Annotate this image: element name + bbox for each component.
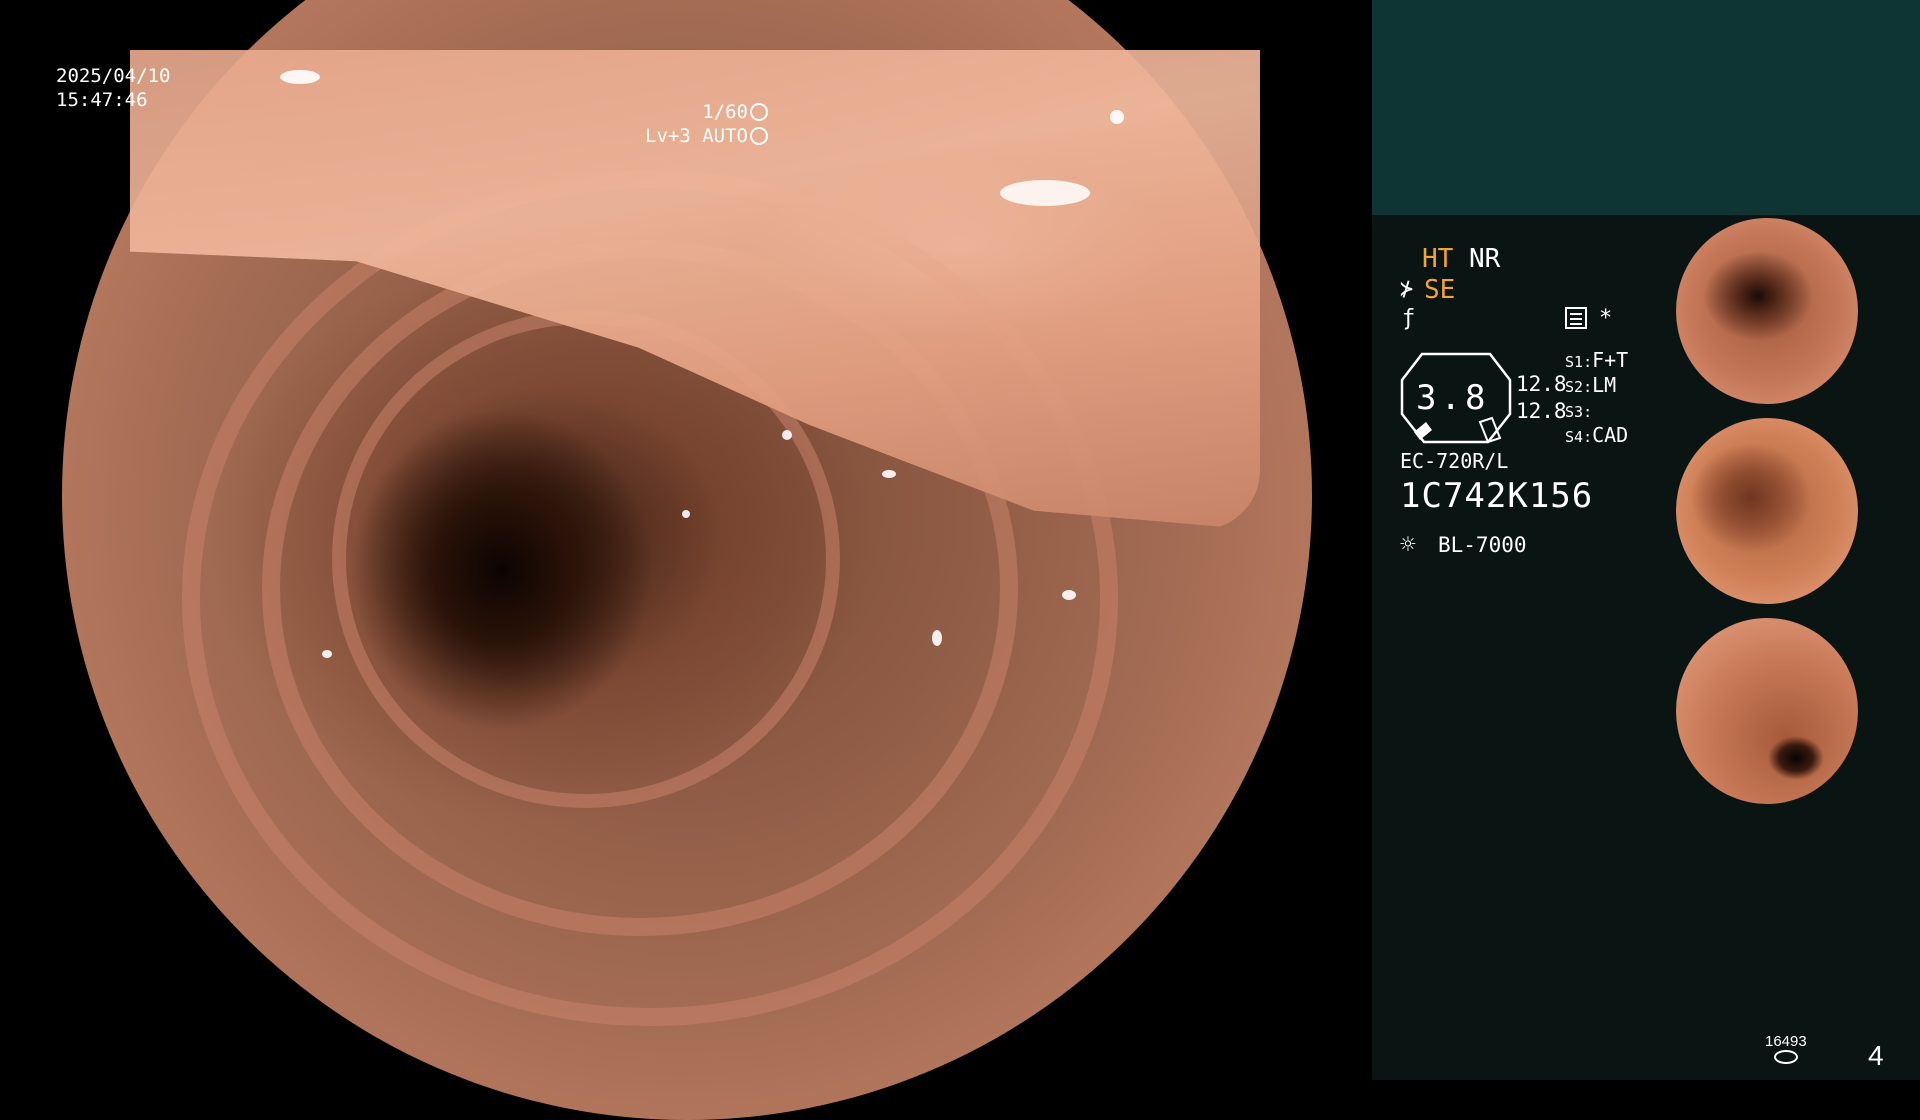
thumbnail-1[interactable] [1668, 215, 1920, 407]
thumbnail-image [1676, 618, 1858, 804]
specular-highlight [932, 630, 942, 646]
switch-s1: S1:F+T [1565, 348, 1629, 372]
switch-s4: S4:CAD [1565, 423, 1629, 447]
shutter-text: 1/60 [702, 101, 748, 123]
f-slash-icon: ƒ [1402, 306, 1416, 331]
value-b: 12.8 [1516, 399, 1567, 423]
specular-highlight [782, 430, 792, 440]
sun-icon: ☼ [1400, 530, 1416, 560]
dial-value: 3.8 [1416, 378, 1490, 418]
datetime-overlay: 2025/04/10 15:47:46 [56, 64, 170, 112]
endoscope-view: 2025/04/10 15:47:46 1/60 Lv+3 AUTO [0, 0, 1372, 1120]
specular-highlight [322, 650, 332, 658]
se-label: SE [1424, 275, 1456, 305]
nr-label: NR [1468, 244, 1501, 274]
specular-highlight [1000, 180, 1090, 206]
specular-highlight [882, 470, 896, 478]
level-text: Lv+3 [645, 125, 691, 147]
info-panel: HT NR ⊁ SE ƒ * 3.8 12.8 12.8 S1:F+T S2:L… [1372, 0, 1920, 1080]
scissor-like-icon: ⊁ [1400, 277, 1414, 302]
image-count: 16493 [1765, 1033, 1807, 1050]
specular-highlight [1110, 110, 1124, 124]
scope-serial: 1C742K156 [1400, 476, 1594, 516]
switch-s3: S3: [1565, 403, 1593, 421]
exposure-overlay: 1/60 Lv+3 AUTO [645, 100, 768, 148]
page-number: 4 [1868, 1040, 1884, 1071]
specular-highlight [682, 510, 690, 518]
mode-text: AUTO [702, 125, 748, 147]
storage-icon [1774, 1050, 1798, 1064]
image-enhance-status: HT NR [1422, 244, 1500, 274]
specular-highlight [280, 70, 320, 84]
specular-highlight [1062, 590, 1076, 600]
auto-iris-icon [750, 127, 768, 145]
capture-thumbnails [1668, 215, 1920, 815]
value-a: 12.8 [1516, 372, 1567, 396]
thumbnail-image [1676, 418, 1858, 604]
star-indicator: * [1599, 306, 1613, 331]
light-source: BL-7000 [1438, 533, 1527, 557]
shutter-icon [750, 103, 768, 121]
ht-label: HT [1422, 244, 1454, 274]
panel-header-area [1372, 0, 1920, 215]
date-text: 2025/04/10 [56, 65, 171, 87]
thumbnail-3[interactable] [1668, 615, 1920, 807]
settings-list-icon [1565, 307, 1587, 329]
thumbnail-image [1676, 218, 1858, 404]
switch-s2: S2:LM [1565, 373, 1617, 397]
time-text: 15:47:46 [56, 89, 148, 111]
scope-model: EC-720R/L [1400, 449, 1509, 473]
thumbnail-2[interactable] [1668, 415, 1920, 607]
